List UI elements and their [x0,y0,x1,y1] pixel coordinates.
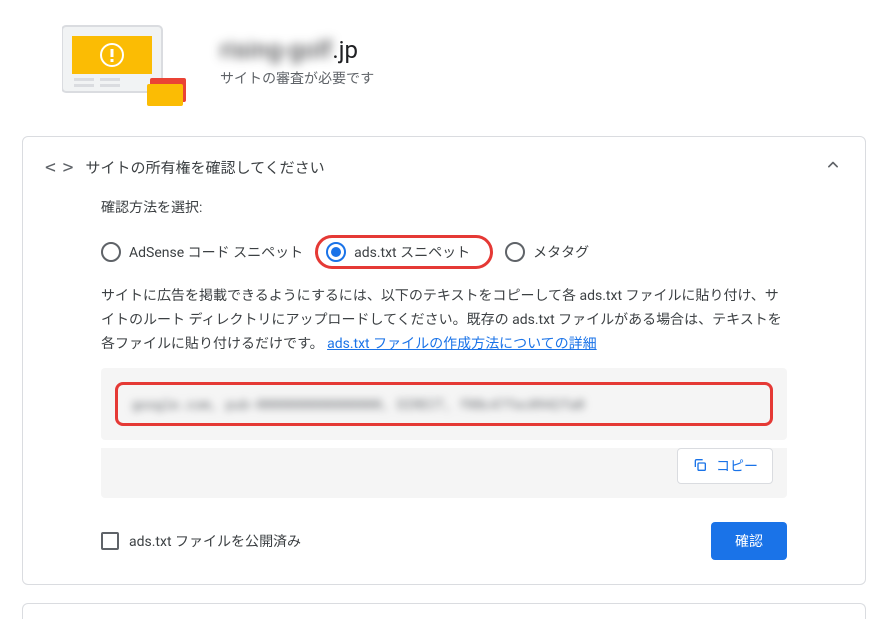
radio-adsense[interactable]: AdSense コード スニペット [101,242,303,262]
code-text: google.com, pub-0000000000000000, DIRECT… [132,395,756,413]
radio-adstxt-highlighted: ads.txt スニペット [315,235,493,269]
site-illustration [62,18,192,106]
radio-label: AdSense コード スニペット [129,242,303,262]
copy-row: コピー [101,448,787,498]
chevron-up-icon [823,155,843,179]
method-label: 確認方法を選択: [101,197,787,217]
ownership-card: < > サイトの所有権を確認してください 確認方法を選択: AdSense コー… [22,136,866,585]
title-block: rising-golf.jp サイトの審査が必要です [220,36,374,88]
next-card-peek [22,603,866,619]
confirm-button[interactable]: 確認 [711,522,787,560]
copy-label: コピー [716,456,758,476]
radio-label: メタタグ [533,242,589,262]
help-link[interactable]: ads.txt ファイルの作成方法についての詳細 [327,336,597,352]
card-title: サイトの所有権を確認してください [86,157,809,178]
radio-meta[interactable]: メタタグ [505,242,589,262]
card-body: 確認方法を選択: AdSense コード スニペット ads.txt スニペット… [23,197,865,584]
code-block-container: google.com, pub-0000000000000000, DIRECT… [101,368,787,440]
code-icon: < > [45,157,72,178]
radio-circle-checked-icon [326,242,346,262]
radio-adstxt[interactable]: ads.txt スニペット [326,242,470,262]
checkbox-label: ads.txt ファイルを公開済み [129,531,301,551]
domain-suffix: .jp [332,36,358,64]
site-domain: rising-golf.jp [220,36,374,64]
copy-icon [692,457,708,476]
radio-circle-icon [101,242,121,262]
footer-row: ads.txt ファイルを公開済み 確認 [101,498,787,560]
radio-circle-icon [505,242,525,262]
radio-label: ads.txt スニペット [354,242,470,262]
published-checkbox[interactable]: ads.txt ファイルを公開済み [101,531,301,551]
site-header: rising-golf.jp サイトの審査が必要です [0,0,888,136]
checkbox-icon [101,532,119,550]
code-block-highlighted: google.com, pub-0000000000000000, DIRECT… [115,382,773,426]
domain-blurred: rising-golf [220,36,332,64]
card-header[interactable]: < > サイトの所有権を確認してください [23,137,865,197]
site-subtitle: サイトの審査が必要です [220,68,374,88]
radio-group: AdSense コード スニペット ads.txt スニペット メタタグ [101,235,787,269]
help-text: サイトに広告を掲載できるようにするには、以下のテキストをコピーして各 ads.t… [101,285,787,356]
copy-button[interactable]: コピー [677,448,773,484]
